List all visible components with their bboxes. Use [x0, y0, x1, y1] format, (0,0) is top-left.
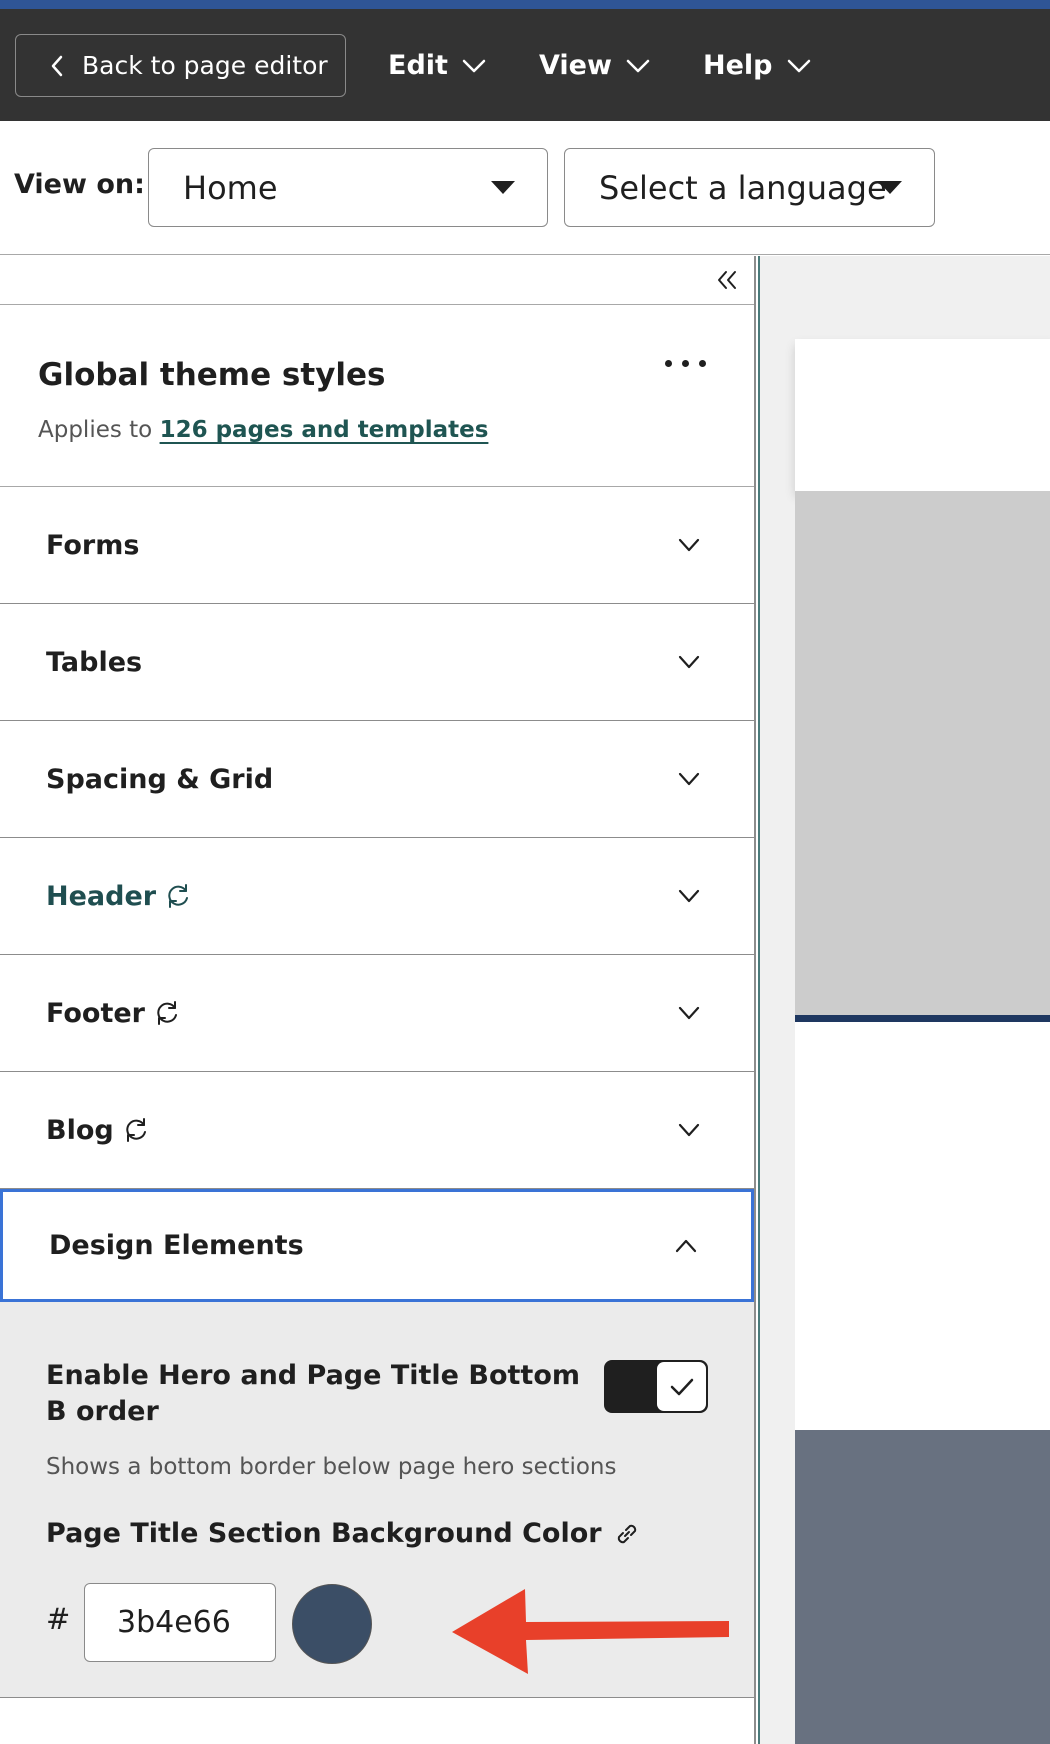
back-button-label: Back to page editor — [82, 51, 328, 80]
chevron-down-icon — [678, 772, 700, 786]
design-elements-body: Enable Hero and Page Title Bottom B orde… — [0, 1302, 754, 1698]
hero-border-option-title: Enable Hero and Page Title Bottom B orde… — [46, 1360, 581, 1427]
caret-down-icon — [491, 181, 515, 194]
section-footer[interactable]: Footer — [0, 955, 754, 1072]
chevron-down-icon — [678, 655, 700, 669]
preview-title-section — [795, 1430, 1050, 1744]
help-menu-label: Help — [703, 50, 773, 81]
chevron-down-icon — [787, 59, 810, 72]
dot — [699, 360, 706, 367]
sync-icon — [168, 884, 189, 908]
section-header[interactable]: Header — [0, 838, 754, 955]
applies-prefix: Applies to — [38, 417, 153, 443]
edit-menu-label: Edit — [388, 50, 448, 81]
page-title-bg-color-label: Page Title Section Background Color — [46, 1518, 642, 1549]
section-label: Design Elements — [49, 1230, 304, 1261]
section-design-elements[interactable]: Design Elements — [0, 1189, 754, 1302]
sync-icon — [126, 1118, 146, 1142]
collapse-bar — [0, 256, 754, 305]
chevron-down-icon — [678, 538, 700, 552]
more-options-icon[interactable] — [665, 360, 706, 367]
preview-header-block — [795, 339, 1050, 491]
hero-border-option-description: Shows a bottom border below page hero se… — [46, 1454, 617, 1480]
top-accent-bar — [0, 0, 1050, 9]
section-label: Tables — [46, 646, 143, 678]
chevron-down-icon — [462, 59, 486, 72]
chevron-left-icon — [51, 55, 63, 76]
chevron-down-icon — [678, 889, 700, 903]
view-on-label: View on: — [14, 169, 145, 200]
hex-hash-prefix: # — [46, 1602, 71, 1636]
preview-content-block — [795, 1022, 1050, 1430]
section-label: Header — [46, 880, 157, 912]
theme-title: Global theme styles — [38, 357, 386, 393]
theme-sidebar: Global theme styles Applies to 126 pages… — [0, 256, 756, 1744]
caret-down-icon — [878, 181, 902, 194]
view-on-bar: View on: Home Select a language — [0, 121, 1050, 255]
chevron-up-icon — [675, 1239, 697, 1252]
page-select-value: Home — [183, 168, 278, 207]
check-icon — [670, 1378, 693, 1395]
language-select-value: Select a language — [599, 168, 887, 207]
back-to-page-editor-button[interactable]: Back to page editor — [15, 34, 346, 97]
section-spacing-grid[interactable]: Spacing & Grid — [0, 721, 754, 838]
section-label: Forms — [46, 529, 140, 561]
edit-menu[interactable]: Edit — [388, 34, 486, 97]
editor-toolbar: Back to page editor Edit View Help — [0, 9, 1050, 121]
theme-header: Global theme styles Applies to 126 pages… — [0, 305, 754, 487]
section-blog[interactable]: Blog — [0, 1072, 754, 1189]
page-preview — [758, 256, 1050, 1744]
hero-border-toggle[interactable] — [604, 1360, 708, 1413]
section-label: Footer — [46, 997, 145, 1029]
toggle-knob — [657, 1362, 706, 1411]
hex-color-input[interactable] — [84, 1583, 276, 1662]
color-swatch[interactable] — [292, 1584, 372, 1664]
section-forms[interactable]: Forms — [0, 487, 754, 604]
dot — [665, 360, 672, 367]
help-menu[interactable]: Help — [703, 34, 811, 97]
applies-pages-link[interactable]: 126 pages and templates — [160, 417, 489, 443]
preview-hero-block — [795, 491, 1050, 1015]
section-label: Blog — [46, 1114, 114, 1146]
color-label-text: Page Title Section Background Color — [46, 1518, 602, 1549]
dot — [682, 360, 689, 367]
page-select[interactable]: Home — [148, 148, 548, 227]
chevron-down-icon — [626, 59, 650, 72]
link-icon[interactable] — [612, 1519, 642, 1549]
annotation-arrow-icon — [452, 1589, 729, 1674]
chevron-down-icon — [678, 1006, 700, 1020]
section-tables[interactable]: Tables — [0, 604, 754, 721]
theme-applies-text: Applies to 126 pages and templates — [38, 417, 488, 443]
chevron-down-icon — [678, 1123, 700, 1137]
collapse-double-chevron-icon[interactable] — [716, 270, 738, 290]
language-select[interactable]: Select a language — [564, 148, 935, 227]
preview-hero-border — [795, 1015, 1050, 1022]
section-label: Spacing & Grid — [46, 763, 274, 795]
sync-icon — [157, 1001, 177, 1025]
view-menu-label: View — [539, 50, 612, 81]
view-menu[interactable]: View — [539, 34, 650, 97]
